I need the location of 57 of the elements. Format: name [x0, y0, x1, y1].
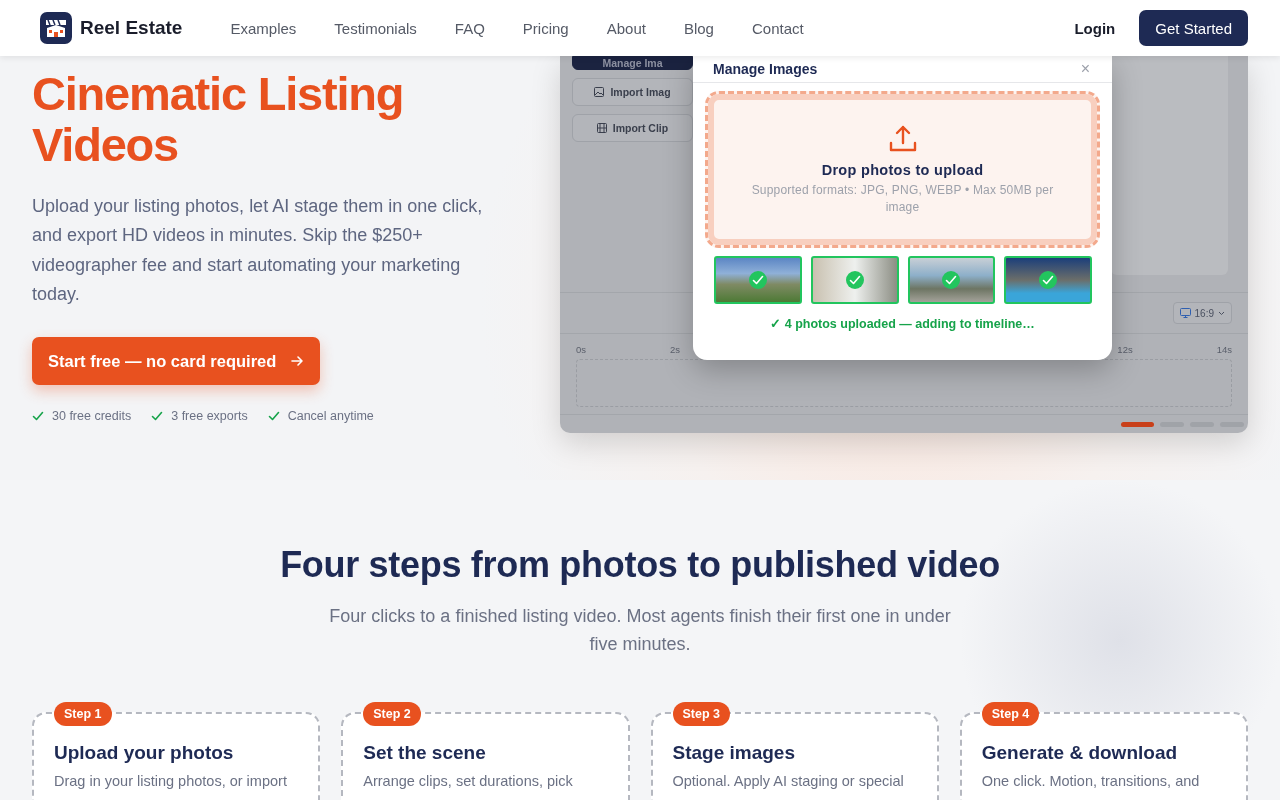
photo-thumbnail[interactable] [1004, 256, 1092, 304]
nav-link[interactable]: Testimonials [334, 19, 417, 37]
photo-thumbnail[interactable] [907, 256, 996, 304]
monitor-icon [1179, 308, 1191, 318]
clapperboard-house-logo-icon[interactable] [40, 12, 72, 44]
brand-name: Reel Estate [80, 17, 183, 39]
nav-link[interactable]: Blog [683, 19, 714, 37]
upload-status: ✓ 4 photos uploaded — adding to timeline… [769, 316, 1036, 331]
image-icon [594, 87, 605, 97]
sidebar-button[interactable]: Import Imag [572, 78, 693, 106]
nav-link[interactable]: About [606, 19, 646, 37]
upload-icon [887, 123, 918, 154]
perk-text: 30 free credits [52, 409, 132, 424]
get-started-button[interactable]: Get Started [1139, 10, 1248, 46]
step-description: One click. Motion, transitions, and [981, 772, 1201, 790]
dropzone-hint: Supported formats: JPG, PNG, WEBP • Max 50MB per image [750, 181, 1055, 216]
photo-thumbnail[interactable] [714, 256, 802, 304]
nav-link[interactable]: Contact [751, 19, 804, 37]
step-description: Optional. Apply AI staging or special [672, 772, 905, 790]
check-icon [32, 410, 44, 423]
step-badge: Step 3 [672, 702, 730, 726]
step-badge: Step 4 [981, 702, 1040, 726]
sidebar-button[interactable]: Import Clip [572, 114, 693, 142]
chevron-down-icon [1218, 310, 1225, 316]
upload-dropzone[interactable]: Drop photos to upload Supported formats: JPG, PNG, WEBP • Max 50MB per image [705, 91, 1100, 248]
step-title: Upload your photos [54, 742, 235, 764]
nav-link[interactable]: Pricing [522, 19, 569, 37]
dropzone-title: Drop photos to upload [821, 161, 984, 178]
step-badge: Step 1 [54, 702, 112, 726]
perk-text: Cancel anytime [287, 409, 374, 424]
start-free-button[interactable]: Start free — no card required [32, 337, 321, 386]
step-title: Generate & download [981, 742, 1179, 764]
time-tick: 12s [1117, 344, 1133, 355]
nav-link[interactable]: Examples [230, 19, 297, 37]
step-badge: Step 2 [363, 702, 421, 726]
arrow-right-icon [290, 354, 305, 369]
check-icon [267, 410, 280, 423]
section-heading: Four steps from photos to published video [279, 544, 1001, 586]
step-title: Stage images [672, 742, 796, 764]
time-tick: 14s [1216, 344, 1232, 355]
login-link[interactable]: Login [1074, 19, 1116, 37]
nav-link[interactable]: FAQ [454, 19, 485, 37]
photo-thumbnail[interactable] [810, 256, 899, 304]
perk-text: 3 free exports [171, 409, 248, 424]
step-title: Set the scene [363, 742, 487, 764]
sidebar-button[interactable]: Manage Ima [572, 56, 693, 70]
step-description: Drag in your listing photos, or import [54, 772, 288, 790]
film-icon [596, 123, 607, 133]
step-description: Arrange clips, set durations, pick [363, 772, 574, 790]
hero-description: Upload your listing photos, let AI stage them in one click, and export HD videos in minutes. Skip the $250+ videographer fee and start automating your marketing today. [32, 195, 484, 306]
check-icon [151, 410, 164, 423]
time-tick: 2s [670, 344, 681, 355]
aspect-ratio-dropdown[interactable]: 16:9 [1172, 302, 1232, 324]
time-tick: 0s [576, 344, 587, 355]
dialog-title: Manage Images [713, 60, 818, 78]
hero-headline: Cinematic Listing Videos [32, 68, 405, 170]
section-subtitle: Four clicks to a finished listing video. Most agents finish their first one in under five minutes. [328, 605, 952, 656]
